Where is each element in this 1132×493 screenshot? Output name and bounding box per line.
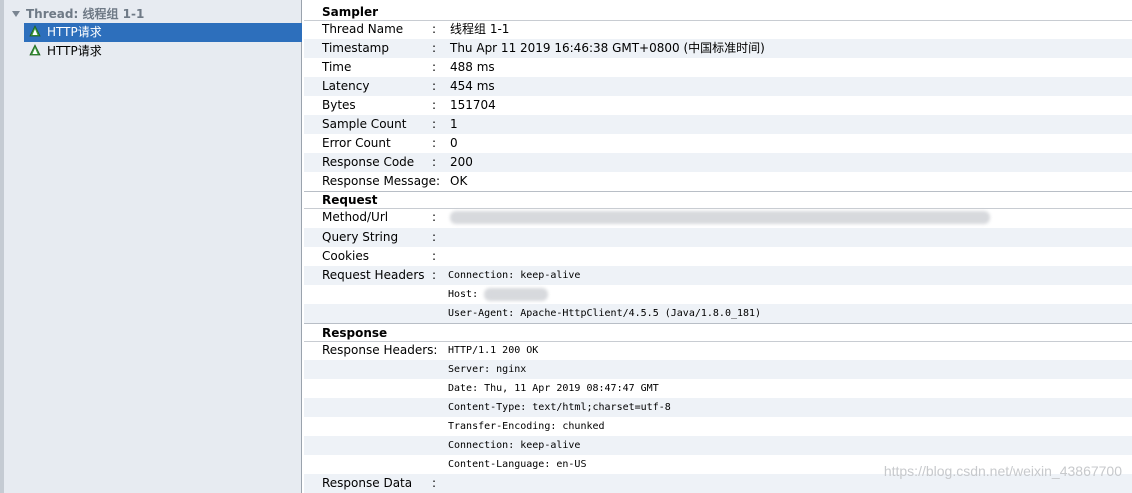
triangle-down-icon[interactable] bbox=[12, 11, 20, 17]
field-colon: : bbox=[432, 117, 437, 131]
field-key: Response Data bbox=[322, 476, 413, 490]
field-value: 454 ms bbox=[450, 79, 495, 93]
watermark: https://blog.csdn.net/weixin_43867700 bbox=[883, 463, 1122, 479]
field-value: 151704 bbox=[450, 98, 496, 112]
section-header-response: Response bbox=[304, 325, 1132, 342]
field-colon: : bbox=[432, 60, 437, 74]
sampler-result-panel: Sampler Thread Name: 线程组 1-1 Timestamp: Th… bbox=[304, 0, 1132, 493]
section-header-request: Request bbox=[304, 192, 1132, 209]
redacted-host bbox=[484, 288, 548, 301]
field-value: Server: nginx bbox=[448, 364, 527, 375]
field-colon: : bbox=[432, 249, 437, 263]
field-key: Method/Url bbox=[322, 210, 389, 224]
tree-root-label: Thread: 线程组 1-1 bbox=[26, 7, 145, 21]
field-row-cookies: Cookies: bbox=[304, 247, 1132, 266]
tree-item-http-request-2[interactable]: HTTP请求 bbox=[24, 42, 302, 61]
field-value: Thu Apr 11 2019 16:46:38 GMT+0800 (中国标准时… bbox=[450, 41, 765, 55]
field-row-server: Server: nginx bbox=[304, 360, 1132, 379]
field-value: Content-Language: en-US bbox=[448, 459, 587, 470]
field-row-time: Time:488 ms bbox=[304, 58, 1132, 77]
field-key: Request Headers bbox=[322, 268, 425, 282]
field-value: Connection: keep-alive bbox=[448, 270, 581, 281]
field-row-method-url: Method/Url: bbox=[304, 208, 1132, 227]
field-value: Transfer-Encoding: chunked bbox=[448, 421, 605, 432]
field-colon: : bbox=[432, 41, 437, 55]
field-key: Query String bbox=[322, 230, 399, 244]
field-row-transfer-encoding: Transfer-Encoding: chunked bbox=[304, 417, 1132, 436]
field-colon: : bbox=[432, 155, 437, 169]
field-row-error-count: Error Count:0 bbox=[304, 134, 1132, 153]
tree-item-http-request-1[interactable]: HTTP请求 bbox=[24, 23, 302, 42]
field-colon: : bbox=[432, 268, 437, 282]
field-value: 488 ms bbox=[450, 60, 495, 74]
field-value: 1 bbox=[450, 117, 458, 131]
field-row-user-agent: User-Agent: Apache-HttpClient/4.5.5 (Jav… bbox=[304, 304, 1132, 323]
tree-gutter bbox=[0, 0, 4, 493]
field-row-date: Date: Thu, 11 Apr 2019 08:47:47 GMT bbox=[304, 379, 1132, 398]
field-value: User-Agent: Apache-HttpClient/4.5.5 (Jav… bbox=[448, 308, 762, 319]
field-row-query-string: Query String: bbox=[304, 228, 1132, 247]
field-key: Time bbox=[322, 60, 352, 74]
field-value: Connection: keep-alive bbox=[448, 440, 581, 451]
redacted-url bbox=[450, 211, 990, 224]
section-title: Response bbox=[322, 326, 388, 340]
field-row-sample-count: Sample Count:1 bbox=[304, 115, 1132, 134]
result-tree: Thread: 线程组 1-1 HTTP请求 HTTP请求 bbox=[0, 0, 302, 493]
field-colon: : bbox=[432, 79, 437, 93]
field-value: 200 bbox=[450, 155, 473, 169]
field-row-content-type: Content-Type: text/html;charset=utf-8 bbox=[304, 398, 1132, 417]
tree-item-label: HTTP请求 bbox=[47, 44, 102, 58]
field-key: Timestamp bbox=[322, 41, 389, 55]
section-header-sampler: Sampler bbox=[304, 4, 1132, 21]
field-colon: : bbox=[432, 136, 437, 150]
field-row-response-code: Response Code:200 bbox=[304, 153, 1132, 172]
field-key: Cookies bbox=[322, 249, 369, 263]
field-key: Response Message: bbox=[322, 174, 441, 188]
field-colon: : bbox=[432, 210, 437, 224]
field-value: Date: Thu, 11 Apr 2019 08:47:47 GMT bbox=[448, 383, 659, 394]
field-value: HTTP/1.1 200 OK bbox=[448, 345, 539, 356]
field-colon: : bbox=[432, 476, 437, 490]
field-colon: : bbox=[432, 230, 437, 244]
sampler-triangle-icon bbox=[29, 25, 41, 37]
field-value: Host: bbox=[448, 289, 479, 300]
field-value: OK bbox=[450, 174, 468, 188]
field-colon: : bbox=[432, 22, 437, 36]
field-key: Error Count bbox=[322, 136, 391, 150]
field-key: Response Headers: bbox=[322, 343, 438, 357]
field-row-response-message: Response Message: OK bbox=[304, 172, 1132, 191]
field-value: 0 bbox=[450, 136, 458, 150]
field-row-connection: Connection: keep-alive bbox=[304, 436, 1132, 455]
field-colon: : bbox=[432, 98, 437, 112]
field-row-thread-name: Thread Name: 线程组 1-1 bbox=[304, 20, 1132, 39]
section-title: Request bbox=[322, 193, 378, 207]
field-key: Bytes bbox=[322, 98, 356, 112]
sampler-triangle-icon bbox=[29, 44, 41, 56]
field-row-latency: Latency:454 ms bbox=[304, 77, 1132, 96]
field-row-response-headers: Response Headers: HTTP/1.1 200 OK bbox=[304, 341, 1132, 360]
field-row-bytes: Bytes:151704 bbox=[304, 96, 1132, 115]
field-value: Content-Type: text/html;charset=utf-8 bbox=[448, 402, 671, 413]
field-value: 线程组 1-1 bbox=[450, 22, 510, 36]
field-row-host: Host: bbox=[304, 285, 1132, 304]
field-key: Sample Count bbox=[322, 117, 407, 131]
section-title: Sampler bbox=[322, 5, 379, 19]
field-row-timestamp: Timestamp: Thu Apr 11 2019 16:46:38 GMT+0… bbox=[304, 39, 1132, 58]
field-key: Latency bbox=[322, 79, 370, 93]
tree-item-label: HTTP请求 bbox=[47, 25, 102, 39]
field-key: Thread Name bbox=[322, 22, 404, 36]
field-key: Response Code bbox=[322, 155, 415, 169]
field-row-request-headers: Request Headers: Connection: keep-alive bbox=[304, 266, 1132, 285]
divider bbox=[304, 323, 1132, 324]
tree-root-thread[interactable]: Thread: 线程组 1-1 bbox=[12, 6, 144, 22]
